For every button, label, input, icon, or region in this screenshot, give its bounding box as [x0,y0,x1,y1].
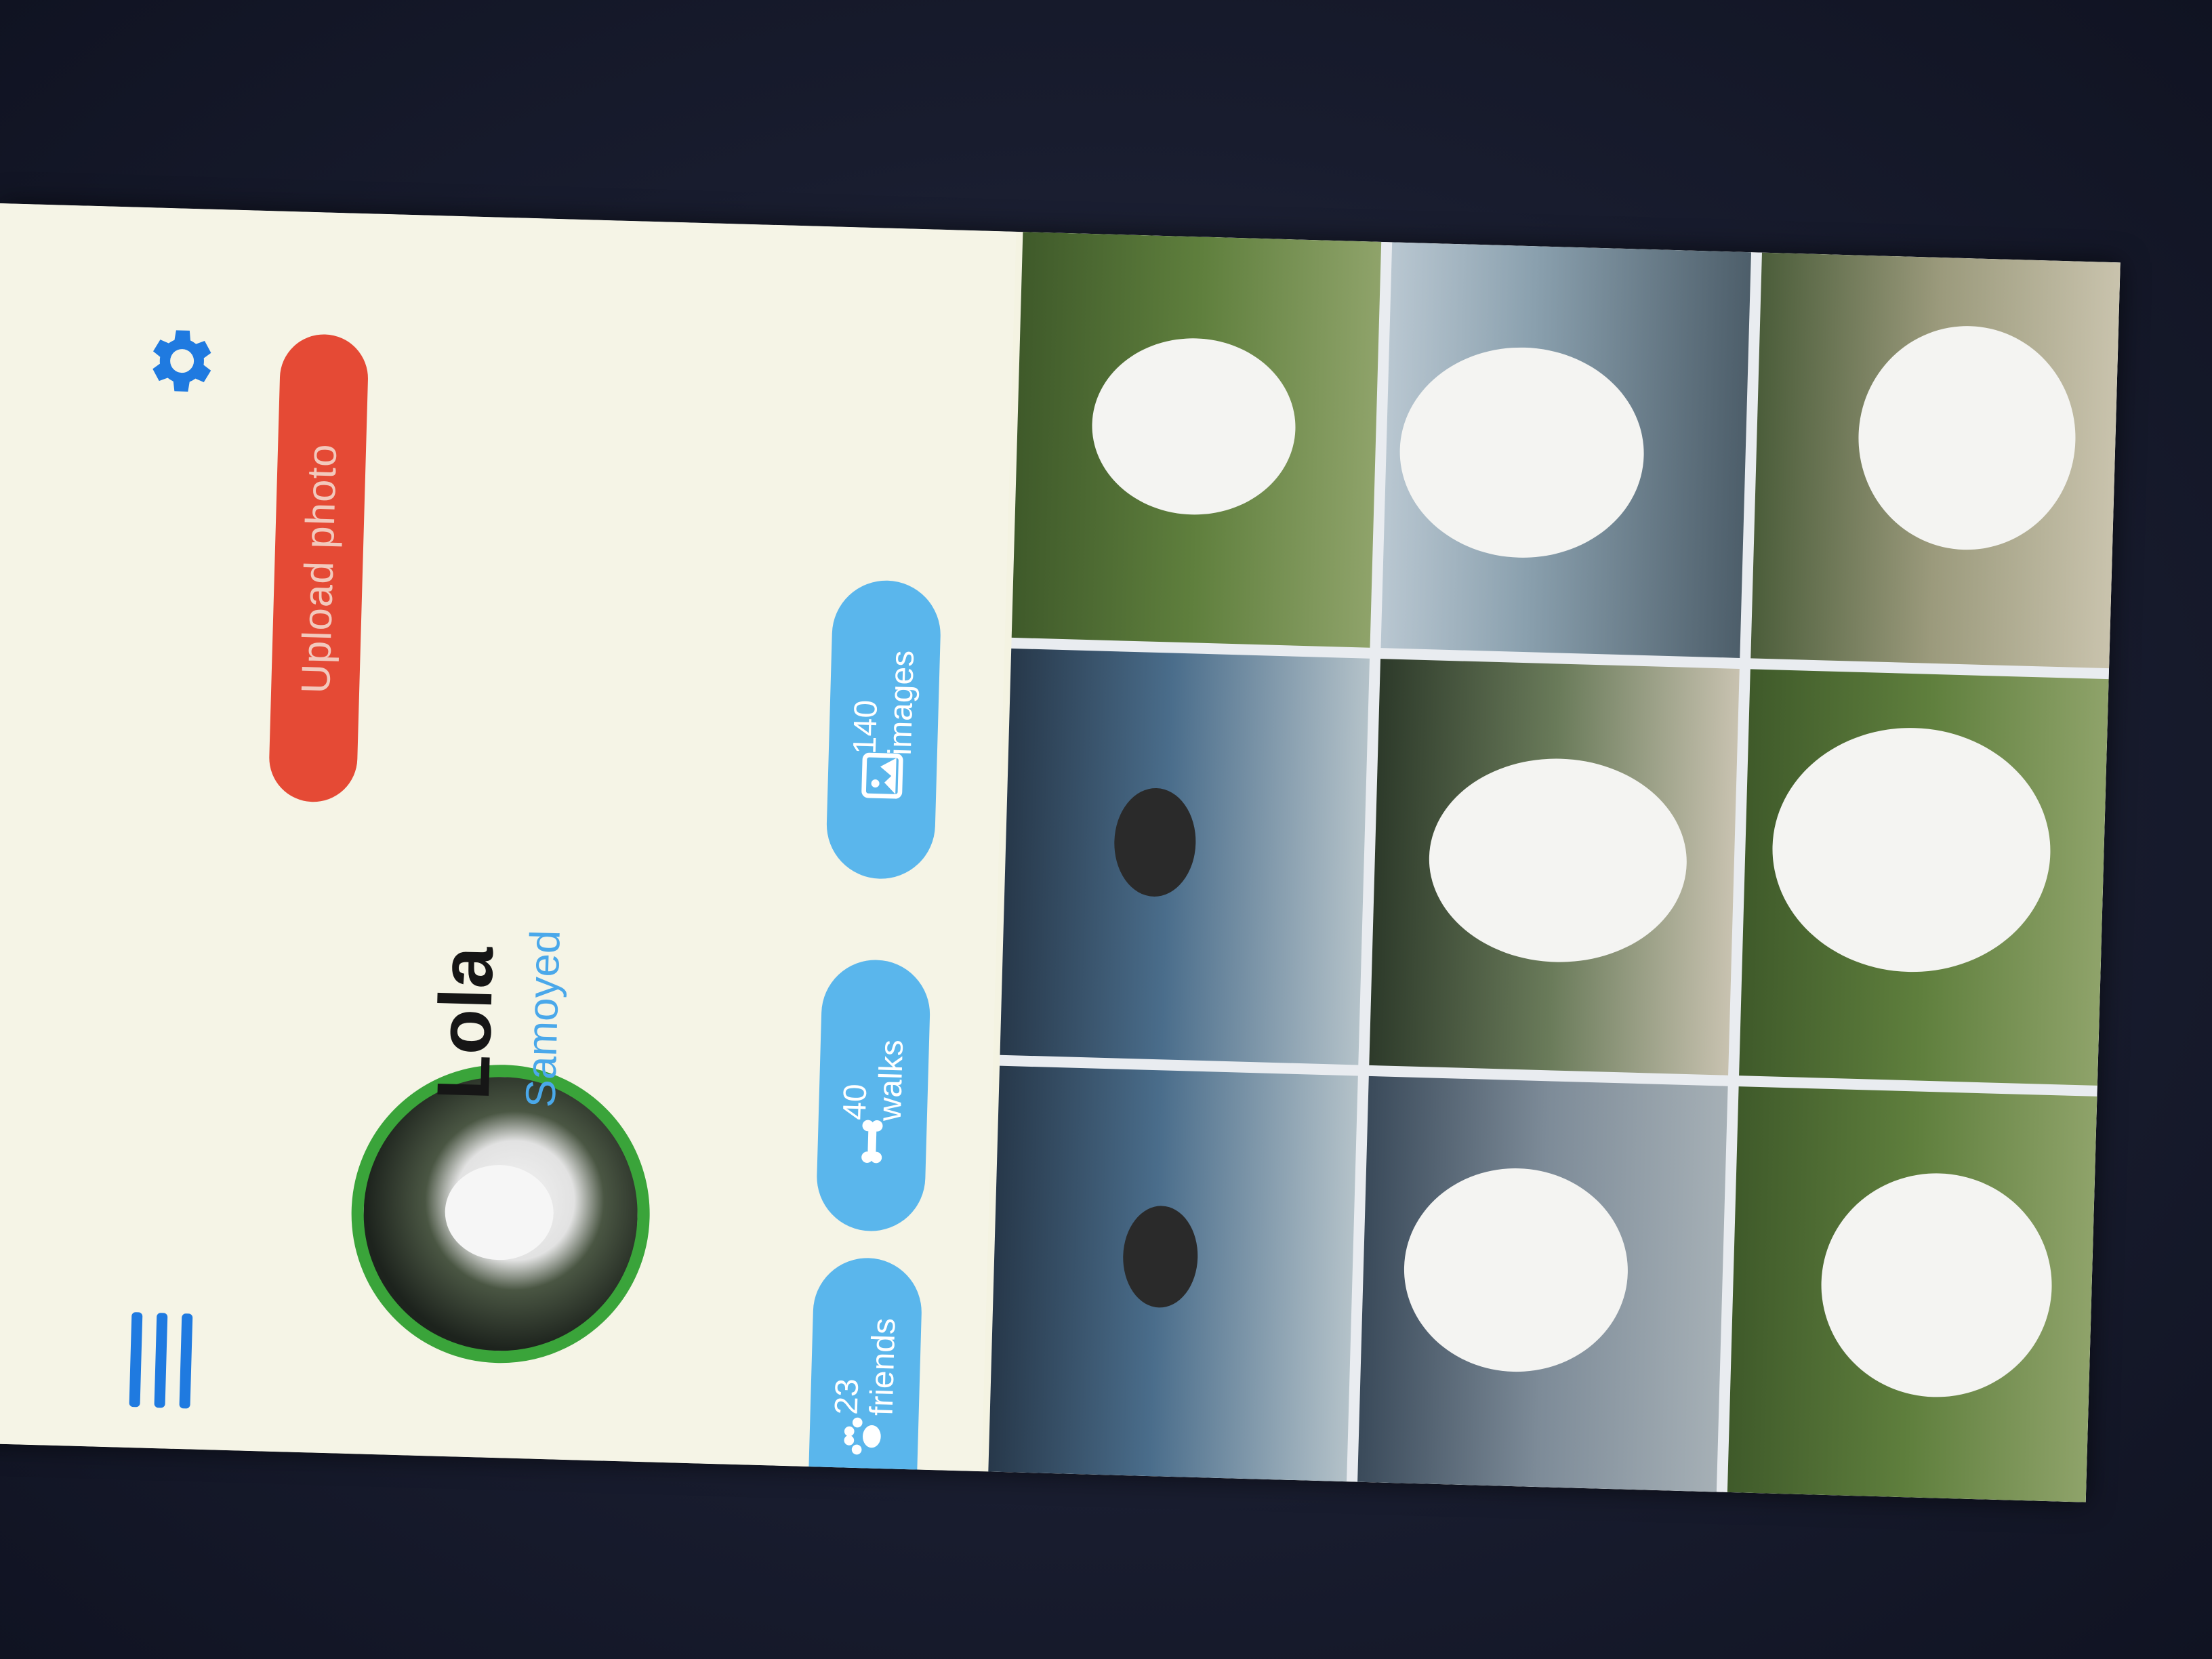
gallery-photo[interactable] [1369,659,1740,1076]
pet-breed: Samoyed [510,896,577,1141]
image-icon [855,748,910,804]
pet-name: Lola [415,920,515,1126]
images-count: 140 [846,699,885,755]
paw-icon [836,1408,892,1464]
walks-stat-pill[interactable]: 40 walks [815,958,932,1233]
pet-name-text: Lola [421,945,510,1101]
upload-photo-button[interactable]: Upload photo [268,333,369,804]
gallery-photo[interactable] [1738,669,2109,1086]
gallery-photo[interactable] [1357,1076,1728,1492]
camera-photo-background: Upload photo Lola Samoyed 23 friends 40 … [0,0,2212,1659]
photo-subject [1427,755,1690,966]
images-label: images [882,649,922,756]
photo-subject [1122,1204,1200,1309]
avatar-dog-face [443,1163,555,1262]
friends-stat-pill[interactable]: 23 friends [807,1256,924,1502]
upload-photo-label: Upload photo [292,442,345,694]
menu-button[interactable] [129,1312,193,1409]
images-stat-pill[interactable]: 140 images [825,579,942,880]
friends-label: friends [863,1317,903,1416]
gallery-photo[interactable] [988,1065,1359,1482]
photo-subject [1397,344,1647,561]
photo-gallery-grid [988,232,2121,1502]
photo-subject [1113,787,1197,898]
gallery-photo[interactable] [1380,242,1751,659]
hamburger-menu-icon [129,1312,143,1408]
gallery-photo[interactable] [1727,1086,2097,1502]
pet-breed-text: Samoyed [517,928,569,1108]
profile-header: Upload photo Lola Samoyed 23 friends 40 … [0,203,1017,1502]
phone-screen: Upload photo Lola Samoyed 23 friends 40 … [0,203,2121,1502]
hamburger-menu-icon-bar [154,1313,168,1408]
photo-subject [1855,323,2078,553]
friends-stat-text: 23 friends [827,1292,905,1416]
photo-subject [1769,724,2054,977]
gallery-photo[interactable] [1000,649,1370,1065]
gear-icon [152,330,211,392]
photo-subject [1401,1165,1631,1375]
gallery-photo[interactable] [1011,232,1382,649]
walks-label: walks [872,1039,911,1122]
gallery-photo[interactable] [1750,252,2121,669]
photo-subject [1089,335,1298,518]
walks-stat-text: 40 walks [836,998,914,1122]
hamburger-menu-icon-bar [179,1313,193,1409]
friends-count: 23 [828,1378,866,1416]
settings-button[interactable] [140,319,224,403]
photo-subject [1818,1170,2055,1400]
walks-count: 40 [836,1083,874,1121]
images-stat-text: 140 images [846,632,924,756]
bone-icon [844,1113,900,1169]
